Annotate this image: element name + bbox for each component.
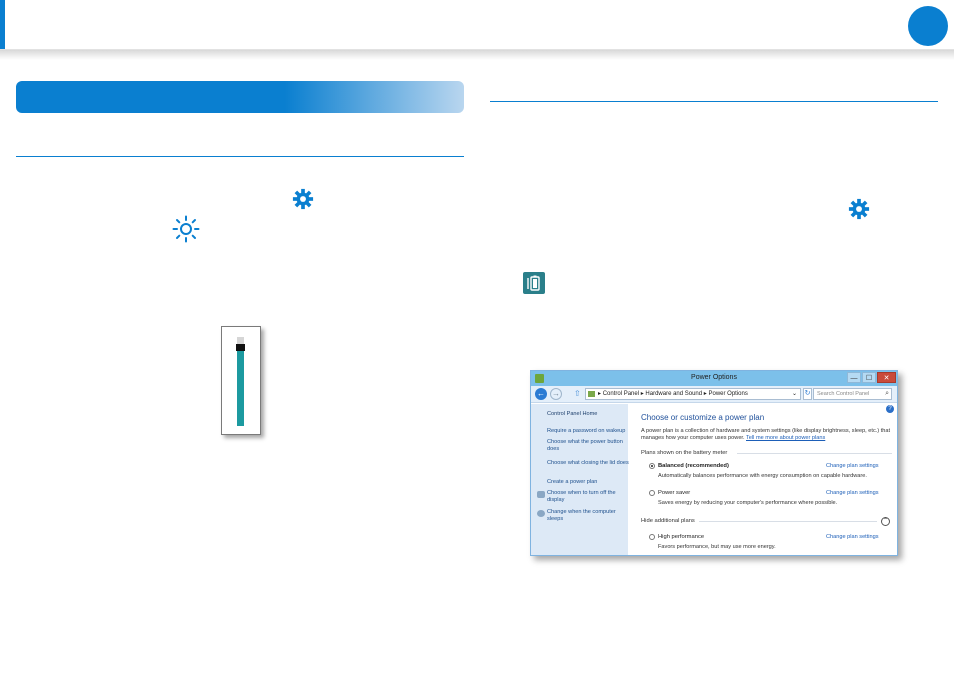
address-separator: ▸	[703, 391, 707, 397]
main-content: ? Choose or customize a power plan A pow…	[629, 404, 897, 555]
help-icon[interactable]: ?	[886, 405, 894, 413]
sidebar-link-computer-sleeps[interactable]: Change when the computer sleeps	[547, 509, 625, 523]
chevron-up-icon[interactable]: ⌃	[881, 517, 890, 526]
chapter-badge	[908, 6, 948, 46]
breadcrumb-hardware-and-sound[interactable]: Hardware and Sound	[645, 391, 702, 397]
window-titlebar[interactable]: Power Options — ☐ ✕	[531, 371, 897, 386]
search-icon[interactable]: ⌕	[885, 389, 889, 399]
plan-high-performance-name: High performance	[658, 534, 705, 540]
sidebar-home-link[interactable]: Control Panel Home	[547, 411, 627, 418]
radio-high-performance[interactable]	[649, 534, 655, 540]
change-plan-settings-high-performance[interactable]: Change plan settings	[826, 534, 879, 540]
brightness-slider-panel	[221, 326, 261, 435]
address-separator: ▸	[640, 391, 644, 397]
gear-icon	[292, 188, 314, 210]
sidebar-link-power-button[interactable]: Choose what the power button does	[547, 439, 629, 453]
sidebar-link-create-plan[interactable]: Create a power plan	[547, 479, 627, 486]
radio-power-saver[interactable]	[649, 490, 655, 496]
brightness-slider-fill	[237, 350, 244, 426]
subsection-rule-left	[16, 156, 464, 157]
search-placeholder: Search Control Panel	[817, 391, 870, 397]
sun-icon	[172, 215, 200, 243]
group-divider	[699, 521, 877, 522]
header-accent-bar	[0, 0, 5, 50]
search-input[interactable]: Search Control Panel ⌕	[813, 388, 892, 400]
change-plan-settings-power-saver[interactable]: Change plan settings	[826, 490, 879, 496]
breadcrumb-power-options[interactable]: Power Options	[708, 391, 747, 397]
group-battery-meter-heading: Plans shown on the battery meter	[641, 450, 728, 456]
sidebar-link-turn-off-display[interactable]: Choose when to turn off the display	[547, 490, 625, 504]
battery-icon[interactable]	[523, 272, 545, 294]
group-divider	[737, 453, 892, 454]
forward-arrow-icon[interactable]: →	[550, 388, 562, 400]
refresh-icon[interactable]: ↻	[803, 388, 812, 400]
plan-balanced-description: Automatically balances performance with …	[658, 473, 867, 479]
address-bar[interactable]: ▸ Control Panel ▸ Hardware and Sound ▸ P…	[585, 388, 801, 400]
moon-icon	[537, 510, 545, 517]
header-shadow	[0, 50, 954, 60]
radio-balanced[interactable]	[649, 463, 655, 469]
brightness-slider-track[interactable]	[236, 337, 245, 426]
page-title: Choose or customize a power plan	[641, 413, 765, 422]
tell-me-more-link[interactable]: Tell me more about power plans	[746, 435, 825, 441]
hide-additional-plans-heading[interactable]: Hide additional plans	[641, 518, 695, 524]
up-arrow-icon[interactable]: ⇧	[574, 389, 581, 398]
section-heading-bar	[16, 81, 464, 113]
window-title: Power Options	[691, 374, 737, 381]
maximize-button[interactable]: ☐	[862, 372, 876, 383]
plan-power-saver-description: Saves energy by reducing your computer's…	[658, 500, 838, 506]
sidebar-link-require-password[interactable]: Require a password on wakeup	[547, 428, 627, 435]
plan-balanced-name: Balanced (recommended)	[658, 463, 729, 469]
plan-power-saver-name: Power saver	[658, 490, 691, 496]
page-description: A power plan is a collection of hardware…	[641, 428, 891, 442]
change-plan-settings-balanced[interactable]: Change plan settings	[826, 463, 879, 469]
subsection-rule-right	[490, 101, 938, 102]
chevron-down-icon[interactable]: ⌄	[792, 389, 797, 399]
gear-icon	[848, 198, 870, 220]
minimize-button[interactable]: —	[847, 372, 861, 383]
navigation-bar: ← → ⇧ ▸ Control Panel ▸ Hardware and Sou…	[531, 386, 897, 403]
back-arrow-icon[interactable]: ←	[535, 388, 547, 400]
close-button[interactable]: ✕	[877, 372, 896, 383]
control-panel-icon	[588, 391, 595, 397]
display-icon	[537, 491, 545, 498]
power-options-window: Power Options — ☐ ✕ ← → ⇧ ▸ Control Pane…	[530, 370, 898, 556]
sidebar: Control Panel Home Require a password on…	[531, 404, 629, 555]
sidebar-link-closing-lid[interactable]: Choose what closing the lid does	[547, 460, 629, 467]
address-separator: ▸	[598, 391, 602, 397]
plan-high-performance-description: Favors performance, but may use more ene…	[658, 544, 776, 550]
breadcrumb-control-panel[interactable]: Control Panel	[603, 391, 639, 397]
brightness-slider-thumb[interactable]	[236, 344, 245, 351]
